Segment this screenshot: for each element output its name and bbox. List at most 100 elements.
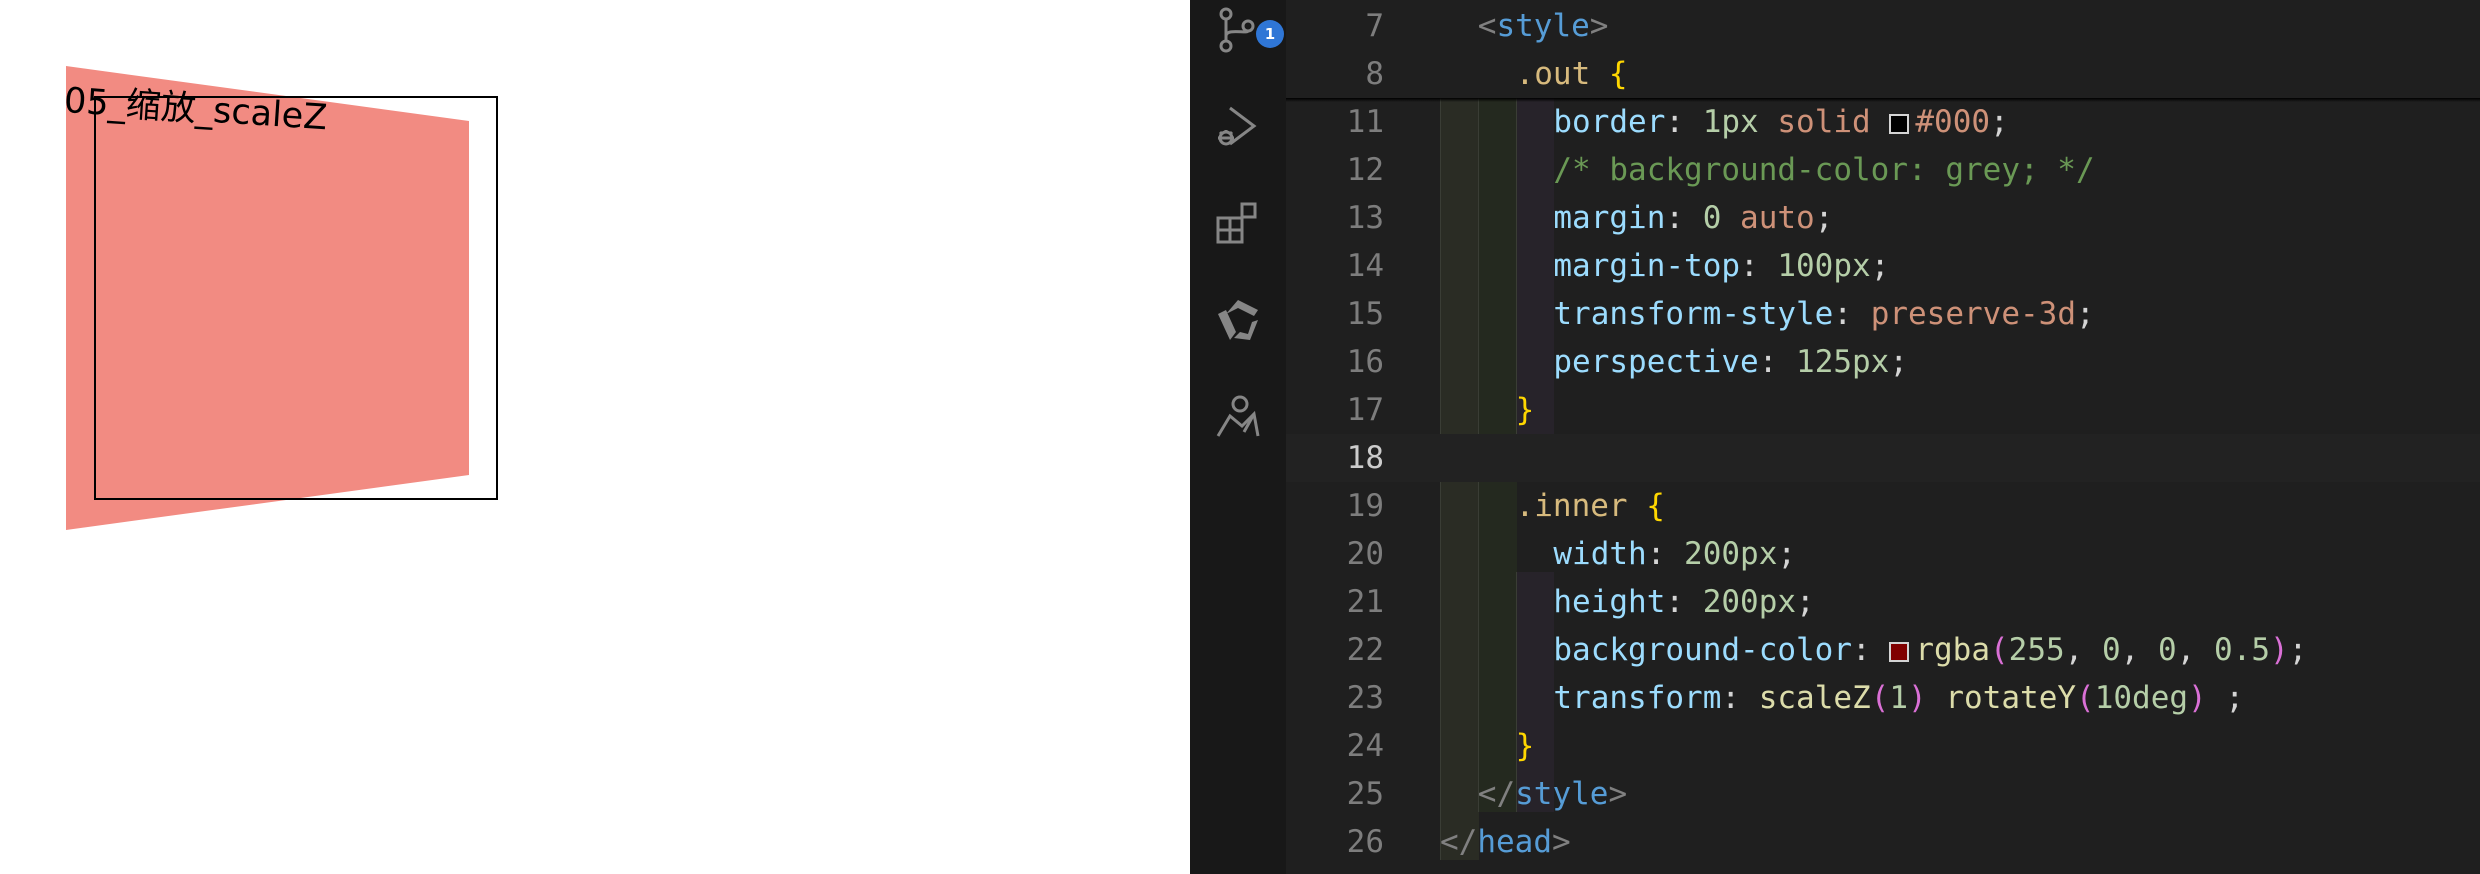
code-token: 0 <box>1702 200 1722 236</box>
code-line[interactable]: 18 <box>1286 434 2480 482</box>
code-text: } <box>1516 386 1535 434</box>
code-token: , <box>2064 632 2102 668</box>
code-token: .inner <box>1515 488 1628 524</box>
run-debug-icon[interactable] <box>1214 102 1262 150</box>
code-line[interactable]: 20 width: 200px; <box>1286 530 2480 578</box>
code-token: ) <box>2270 632 2289 668</box>
code-token: scaleZ <box>1758 680 1871 716</box>
code-token: > <box>1589 8 1609 44</box>
code-text: } <box>1516 722 1535 770</box>
code-token: 0.5 <box>2214 632 2270 668</box>
line-number: 18 <box>1346 440 1384 476</box>
code-token: </ <box>1477 776 1516 812</box>
line-number: 8 <box>1365 56 1384 92</box>
code-text: margin: 0 auto; <box>1553 194 1833 242</box>
code-text: .out { <box>1516 50 1628 98</box>
code-text: <style> <box>1478 2 1609 50</box>
code-line[interactable]: 14 margin-top: 100px; <box>1286 242 2480 290</box>
code-token: transform-style <box>1553 296 1834 332</box>
code-token: } <box>1515 728 1535 764</box>
line-number: 12 <box>1346 152 1384 188</box>
code-token: preserve-3d <box>1870 296 2076 332</box>
code-token: margin-top <box>1553 248 1741 284</box>
activity-bar: 1 <box>1190 0 1286 874</box>
color-swatch[interactable] <box>1889 114 1910 134</box>
source-control-icon[interactable]: 1 <box>1214 6 1284 54</box>
code-line[interactable]: 7 <style> <box>1286 2 2480 50</box>
code-line[interactable]: 21 height: 200px; <box>1286 578 2480 626</box>
code-line[interactable]: 8 .out { <box>1286 50 2480 98</box>
line-number: 14 <box>1346 248 1384 284</box>
line-number: 7 <box>1365 8 1384 44</box>
code-text: background-color: rgba(255, 0, 0, 0.5); <box>1553 626 2307 674</box>
code-line[interactable]: 11 border: 1px solid #000; <box>1286 98 2480 146</box>
code-token: ; <box>1796 584 1815 620</box>
code-token: ; <box>1814 200 1834 236</box>
code-token: /* background-color: grey; */ <box>1553 152 2095 188</box>
code-token: </ <box>1440 824 1478 860</box>
code-token: style <box>1515 776 1609 812</box>
code-token: : <box>1740 248 1778 284</box>
code-line[interactable]: 23 transform: scaleZ(1) rotateY(10deg) ; <box>1286 674 2480 722</box>
code-token: ( <box>1870 680 1890 716</box>
code-token: head <box>1477 824 1552 860</box>
code-token: ) <box>1908 680 1927 716</box>
code-token: height <box>1553 584 1666 620</box>
line-number: 19 <box>1346 488 1384 524</box>
line-number: 24 <box>1346 728 1384 764</box>
code-token: : <box>1852 632 1890 668</box>
code-token: background-color <box>1553 632 1853 668</box>
code-token: width <box>1553 536 1647 572</box>
line-number: 26 <box>1346 824 1384 860</box>
code-token: , <box>2176 632 2214 668</box>
color-swatch[interactable] <box>1889 642 1910 662</box>
code-token: : <box>1833 296 1871 332</box>
code-token: 10deg <box>2094 680 2189 716</box>
code-token: auto <box>1740 200 1815 236</box>
code-text: margin-top: 100px; <box>1553 242 1889 290</box>
code-line[interactable]: 24} <box>1286 722 2480 770</box>
code-token: : <box>1665 584 1703 620</box>
code-token: : <box>1665 200 1703 236</box>
line-number: 23 <box>1346 680 1384 716</box>
code-line[interactable]: 25 </style> <box>1286 770 2480 818</box>
code-line[interactable]: 19 .inner { <box>1286 482 2480 530</box>
code-token: 100px <box>1777 248 1871 284</box>
line-number: 25 <box>1346 776 1384 812</box>
code-line[interactable]: 15 transform-style: preserve-3d; <box>1286 290 2480 338</box>
preview-canvas <box>66 66 498 530</box>
code-text: </style> <box>1478 770 1627 818</box>
line-number: 21 <box>1346 584 1384 620</box>
code-area[interactable]: 11 border: 1px solid #000; 12 /* background… <box>1286 0 2480 874</box>
code-token: 125px <box>1796 344 1890 380</box>
code-line[interactable]: 17} <box>1286 386 2480 434</box>
code-editor: 1 11 border: 1px solid #000; 12 /* backg… <box>1190 0 2480 874</box>
code-token: style <box>1496 8 1590 44</box>
code-token: rgba <box>1915 632 1990 668</box>
code-token: < <box>1477 8 1497 44</box>
code-line[interactable]: 12 /* background-color: grey; */ <box>1286 146 2480 194</box>
line-number: 22 <box>1346 632 1384 668</box>
extensions-icon[interactable] <box>1214 198 1262 246</box>
accounts-icon[interactable] <box>1214 392 1262 440</box>
code-token: 255 <box>2008 632 2065 668</box>
code-line[interactable]: 16 perspective: 125px; <box>1286 338 2480 386</box>
code-token: ) <box>2188 680 2207 716</box>
code-token: > <box>1551 824 1571 860</box>
line-number: 16 <box>1346 344 1384 380</box>
code-token: ; <box>1870 248 1890 284</box>
code-text: perspective: 125px; <box>1553 338 1908 386</box>
sticky-scroll-shadow <box>1286 98 2480 102</box>
remote-explorer-icon[interactable] <box>1214 296 1262 344</box>
code-line[interactable]: 22 background-color: rgba(255, 0, 0, 0.5)… <box>1286 626 2480 674</box>
code-line[interactable]: 13 margin: 0 auto; <box>1286 194 2480 242</box>
code-token: solid <box>1777 104 1871 140</box>
line-number: 13 <box>1346 200 1384 236</box>
code-token: : <box>1665 104 1703 140</box>
code-line[interactable]: 26 </head> <box>1286 818 2480 866</box>
